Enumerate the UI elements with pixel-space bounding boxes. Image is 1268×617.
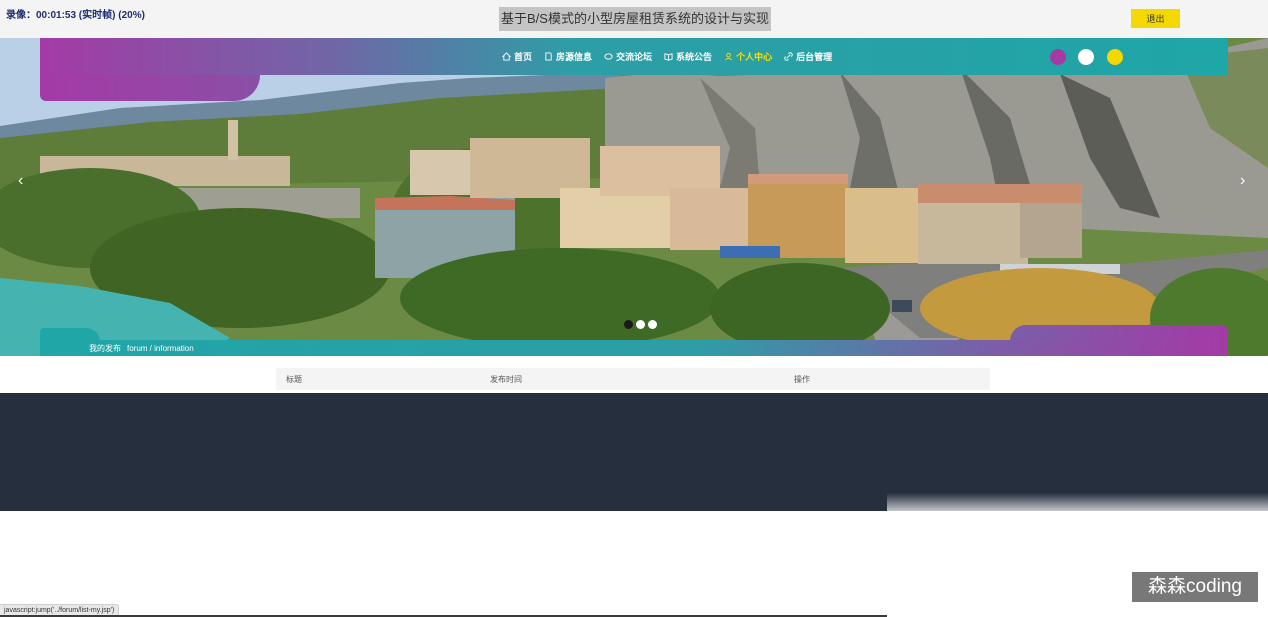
nav-item-admin[interactable]: 后台管理	[784, 50, 832, 63]
user-icon	[725, 52, 733, 61]
theme-purple-swatch[interactable]	[1050, 49, 1066, 65]
column-header-publish-time: 发布时间	[490, 375, 522, 384]
column-header-actions: 操作	[794, 375, 810, 384]
nav-item-label: 交流论坛	[616, 52, 653, 62]
carousel-dot[interactable]	[648, 320, 657, 329]
nav-item-forum[interactable]: 交流论坛	[604, 50, 652, 63]
nav-item-notices[interactable]: 系统公告	[664, 50, 712, 63]
column-header-title: 标题	[286, 375, 302, 384]
breadcrumb-path: forum / information	[127, 344, 194, 353]
nav-bar: 首页 房源信息 交流论坛 系统公告 个人中心 后台管理	[40, 38, 1228, 75]
carousel-prev-arrow[interactable]: ‹	[18, 172, 23, 190]
breadcrumb-bar	[40, 340, 1228, 356]
recording-indicator: 录像：00:01:53 (实时帧) (20%)	[6, 10, 145, 21]
document-icon	[545, 52, 552, 61]
breadcrumb-current: 我的发布	[89, 344, 121, 353]
nav-item-listings[interactable]: 房源信息	[544, 50, 592, 63]
watermark: 森森coding	[1132, 572, 1258, 602]
nav-bar-tab-decoration	[40, 75, 260, 101]
nav-item-label: 系统公告	[676, 52, 713, 62]
home-icon	[502, 52, 511, 61]
logout-button[interactable]: 退出	[1131, 9, 1180, 28]
top-header-bar: 录像：00:01:53 (实时帧) (20%) 基于B/S模式的小型房屋租赁系统…	[0, 0, 1268, 38]
carousel-dot[interactable]	[636, 320, 645, 329]
theme-yellow-swatch[interactable]	[1107, 49, 1123, 65]
nav-item-label: 房源信息	[556, 52, 593, 62]
nav-item-home[interactable]: 首页	[502, 50, 532, 63]
site-title: 基于B/S模式的小型房屋租赁系统的设计与实现	[499, 7, 771, 31]
theme-white-swatch[interactable]	[1078, 49, 1094, 65]
carousel-indicators	[624, 320, 660, 329]
chat-icon	[604, 53, 613, 60]
nav-item-label: 个人中心	[736, 52, 773, 62]
link-icon	[784, 52, 793, 61]
hero-carousel: 首页 房源信息 交流论坛 系统公告 个人中心 后台管理 ‹ › 我的发布 for…	[0, 38, 1268, 356]
nav-item-label: 后台管理	[796, 52, 833, 62]
nav-menu: 首页 房源信息 交流论坛 系统公告 个人中心 后台管理	[502, 38, 844, 75]
nav-item-personal-center[interactable]: 个人中心	[724, 50, 772, 63]
carousel-dot[interactable]	[624, 320, 633, 329]
carousel-next-arrow[interactable]: ›	[1240, 172, 1245, 190]
breadcrumb: 我的发布 forum / information	[89, 343, 194, 354]
my-posts-table-header: 标题 发布时间 操作	[276, 368, 990, 390]
book-icon	[664, 53, 673, 61]
subbar-tab-decoration-right	[1010, 325, 1228, 341]
nav-item-label: 首页	[514, 52, 533, 62]
